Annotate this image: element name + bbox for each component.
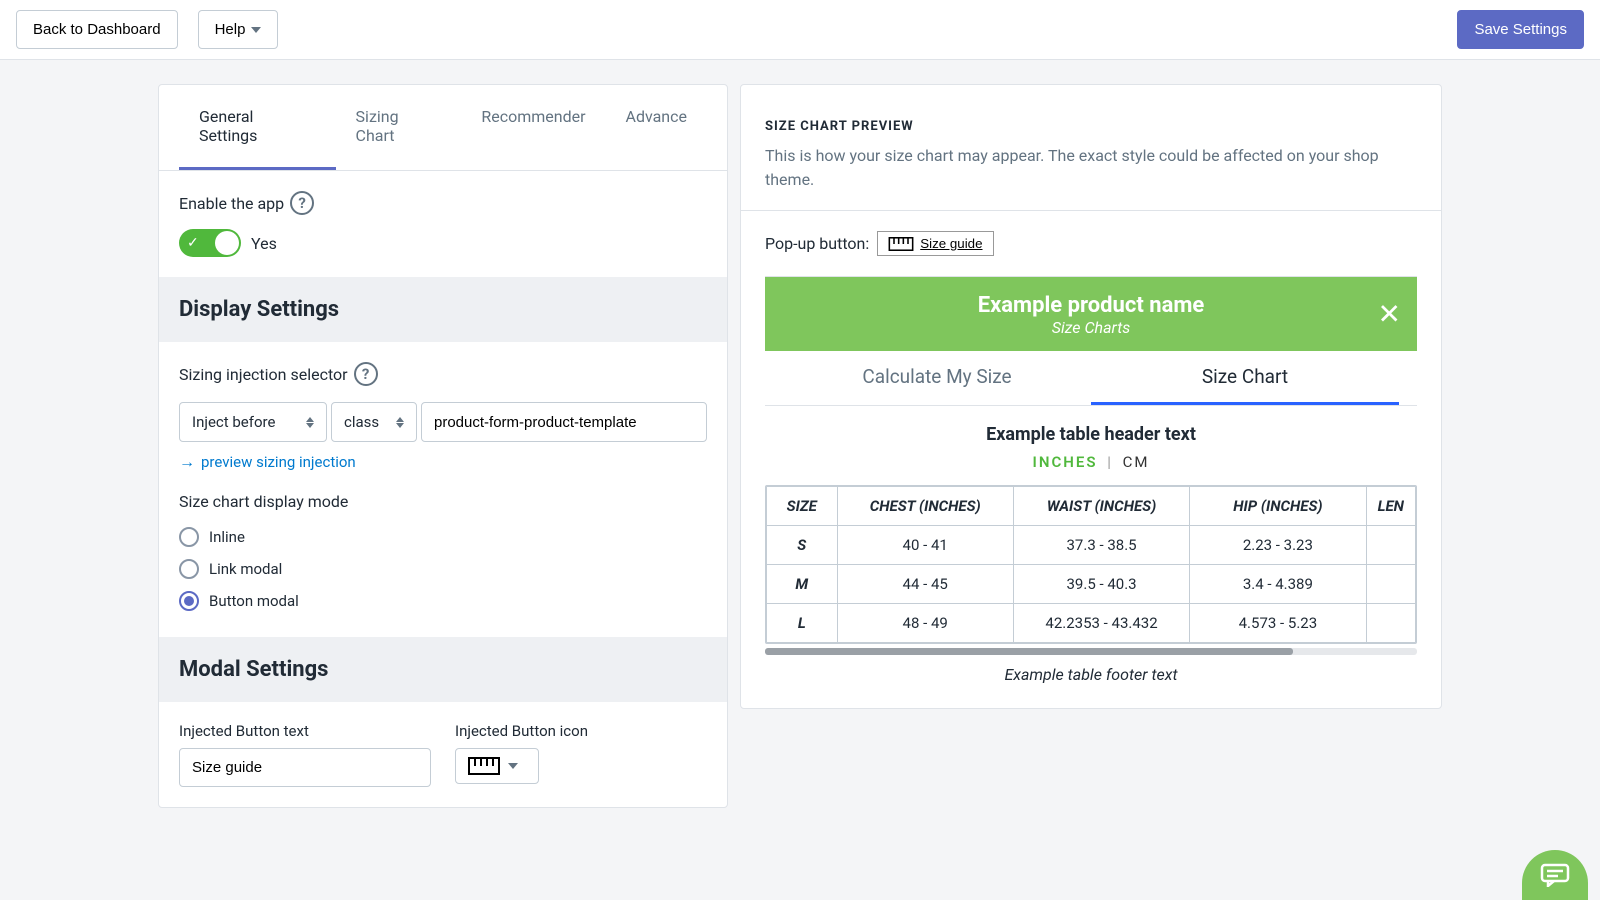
table-row: L 48 - 49 42.2353 - 43.432 4.573 - 5.23: [767, 604, 1416, 643]
table-header-text: Example table header text: [765, 424, 1417, 445]
button-text-input[interactable]: [179, 748, 431, 787]
col-hip: HIP (INCHES): [1190, 487, 1366, 526]
popup-button-label: Pop-up button:: [765, 234, 869, 253]
display-settings-heading: Display Settings: [159, 277, 727, 342]
preview-title: SIZE CHART PREVIEW: [765, 119, 1417, 134]
preview-tab-size-chart[interactable]: Size Chart: [1091, 351, 1399, 405]
settings-card: General Settings Sizing Chart Recommende…: [158, 84, 728, 808]
ruler-icon: [468, 757, 500, 775]
select-arrows-icon: [306, 417, 314, 428]
display-mode-label: Size chart display mode: [179, 492, 707, 511]
cell-chest: 44 - 45: [837, 565, 1013, 604]
display-mode-button-modal[interactable]: Button modal: [179, 585, 707, 617]
col-waist: WAIST (INCHES): [1013, 487, 1189, 526]
ruler-icon: [888, 237, 914, 251]
display-mode-link-modal[interactable]: Link modal: [179, 553, 707, 585]
horizontal-scrollbar[interactable]: [765, 648, 1417, 655]
help-icon[interactable]: ?: [354, 362, 378, 386]
inject-position-select[interactable]: Inject before: [179, 402, 327, 442]
cell-length: [1366, 526, 1415, 565]
popup-size-guide-button[interactable]: Size guide: [877, 231, 993, 256]
arrow-right-icon: →: [179, 452, 195, 472]
preview-injection-link[interactable]: → preview sizing injection: [179, 452, 356, 472]
radio-icon: [179, 527, 199, 547]
preview-product-name: Example product name: [785, 293, 1397, 318]
unit-inches[interactable]: INCHES: [1033, 453, 1098, 471]
table-row: S 40 - 41 37.3 - 38.5 2.23 - 3.23: [767, 526, 1416, 565]
enable-app-toggle[interactable]: ✓: [179, 229, 241, 257]
injection-selector-input[interactable]: [421, 402, 707, 442]
preview-card: SIZE CHART PREVIEW This is how your size…: [740, 84, 1442, 709]
tab-recommender[interactable]: Recommender: [461, 85, 605, 170]
help-label: Help: [215, 21, 246, 38]
top-bar: Back to Dashboard Help Save Settings: [0, 0, 1600, 60]
cell-chest: 40 - 41: [837, 526, 1013, 565]
chevron-down-icon: [251, 27, 261, 33]
preview-product-subtitle: Size Charts: [785, 318, 1397, 337]
cell-chest: 48 - 49: [837, 604, 1013, 643]
display-mode-link-modal-label: Link modal: [209, 560, 282, 578]
cell-waist: 42.2353 - 43.432: [1013, 604, 1189, 643]
toggle-knob: [215, 231, 239, 255]
cell-size: L: [767, 604, 838, 643]
button-icon-select[interactable]: [455, 748, 539, 784]
radio-checked-icon: [179, 591, 199, 611]
preview-injection-text: preview sizing injection: [201, 453, 356, 471]
cell-hip: 3.4 - 4.389: [1190, 565, 1366, 604]
modal-settings-heading: Modal Settings: [159, 637, 727, 702]
tab-bar: General Settings Sizing Chart Recommende…: [159, 85, 727, 171]
radio-icon: [179, 559, 199, 579]
enable-app-state: Yes: [251, 234, 277, 253]
inject-attr-select[interactable]: class: [331, 402, 417, 442]
button-text-label: Injected Button text: [179, 722, 431, 740]
chevron-down-icon: [508, 763, 518, 769]
help-dropdown-button[interactable]: Help: [198, 10, 279, 49]
display-mode-inline[interactable]: Inline: [179, 521, 707, 553]
chat-icon: [1540, 863, 1570, 887]
back-to-dashboard-button[interactable]: Back to Dashboard: [16, 10, 178, 49]
preview-tab-calculate[interactable]: Calculate My Size: [783, 351, 1091, 405]
select-arrows-icon: [396, 417, 404, 428]
chat-widget-button[interactable]: [1522, 850, 1588, 900]
check-icon: ✓: [187, 235, 199, 251]
cell-hip: 2.23 - 3.23: [1190, 526, 1366, 565]
preview-product-header: Example product name Size Charts ✕: [765, 277, 1417, 351]
tab-general-settings[interactable]: General Settings: [179, 85, 336, 170]
col-chest: CHEST (INCHES): [837, 487, 1013, 526]
popup-button-text: Size guide: [920, 236, 982, 251]
size-chart-table: SIZE CHEST (INCHES) WAIST (INCHES) HIP (…: [765, 485, 1417, 644]
injection-selector-label: Sizing injection selector: [179, 365, 348, 384]
display-mode-button-modal-label: Button modal: [209, 592, 299, 610]
tab-advance[interactable]: Advance: [606, 85, 708, 170]
table-footer-text: Example table footer text: [765, 665, 1417, 684]
cell-length: [1366, 565, 1415, 604]
col-size: SIZE: [767, 487, 838, 526]
col-length: LEN: [1366, 487, 1415, 526]
button-icon-label: Injected Button icon: [455, 722, 707, 740]
save-settings-button[interactable]: Save Settings: [1457, 10, 1584, 49]
unit-separator: |: [1107, 453, 1113, 471]
cell-length: [1366, 604, 1415, 643]
table-row: M 44 - 45 39.5 - 40.3 3.4 - 4.389: [767, 565, 1416, 604]
cell-waist: 37.3 - 38.5: [1013, 526, 1189, 565]
tab-sizing-chart[interactable]: Sizing Chart: [336, 85, 462, 170]
cell-waist: 39.5 - 40.3: [1013, 565, 1189, 604]
cell-size: S: [767, 526, 838, 565]
cell-hip: 4.573 - 5.23: [1190, 604, 1366, 643]
cell-size: M: [767, 565, 838, 604]
inject-position-value: Inject before: [192, 413, 275, 431]
inject-attr-value: class: [344, 413, 379, 431]
close-icon[interactable]: ✕: [1378, 298, 1401, 331]
enable-app-label: Enable the app: [179, 194, 284, 213]
unit-toggle[interactable]: INCHES | CM: [765, 453, 1417, 471]
help-icon[interactable]: ?: [290, 191, 314, 215]
unit-cm[interactable]: CM: [1123, 453, 1150, 471]
preview-description: This is how your size chart may appear. …: [765, 144, 1417, 192]
display-mode-inline-label: Inline: [209, 528, 245, 546]
